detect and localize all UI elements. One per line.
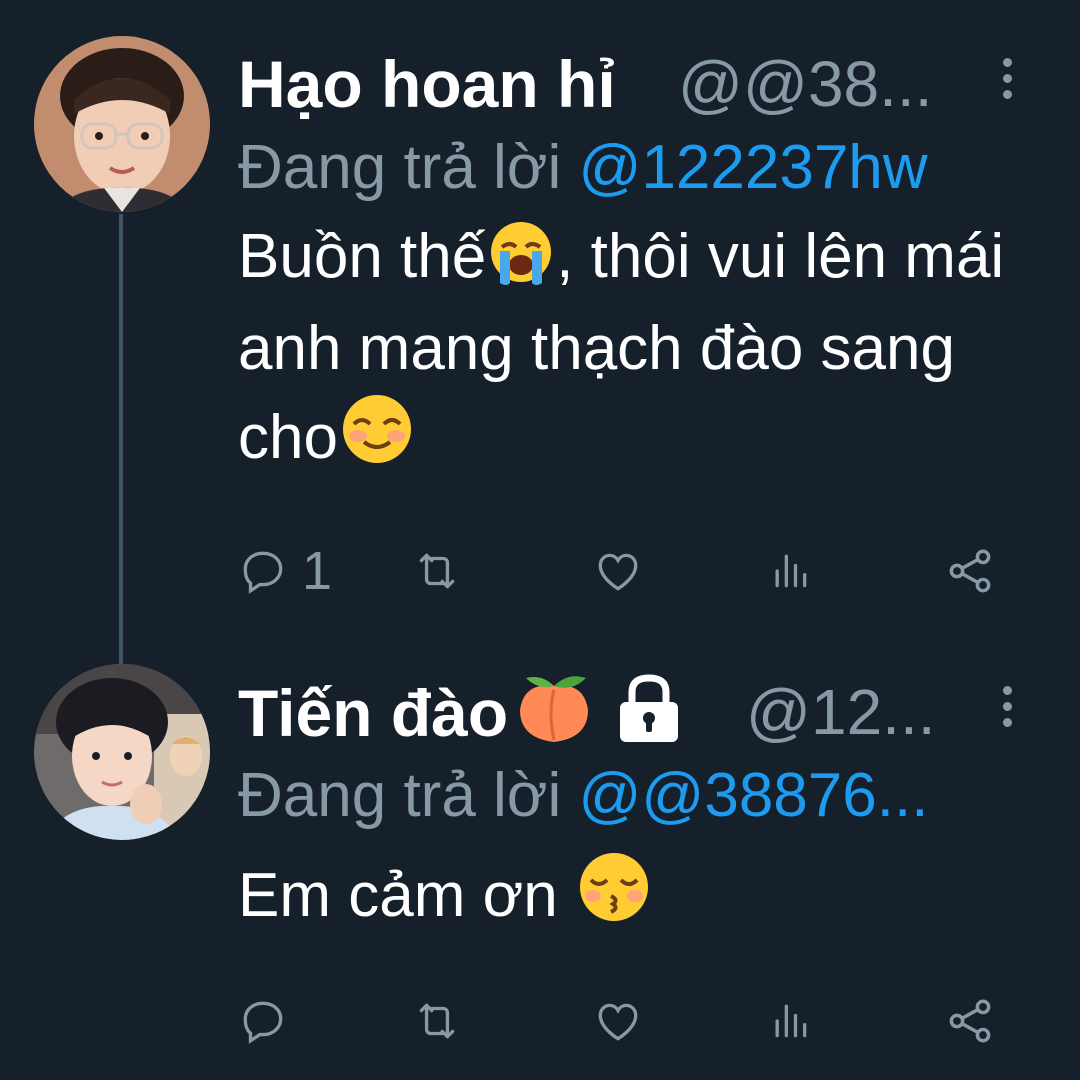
share-button[interactable] [944,986,996,1056]
like-button[interactable] [592,986,644,1056]
retweet-button[interactable] [410,986,464,1056]
share-icon [949,999,991,1043]
replying-to-handle[interactable]: @@38876... [578,761,928,830]
like-icon [598,553,638,591]
tweet-text-part: Buồn thế [238,222,487,291]
tweet-text: Em cảm ơn [238,848,1060,947]
display-name-container[interactable]: Tiến đào [238,672,684,761]
replying-to: Đang trả lời @122237hw [238,128,1060,208]
tweet[interactable]: Hạo hoan hỉ @@38... Đang trả lời @122237… [0,36,1080,636]
user-handle[interactable]: @12... [746,672,936,752]
like-button[interactable] [592,536,644,606]
like-icon [598,1003,638,1041]
analytics-icon [775,554,807,588]
reply-count: 1 [302,541,333,601]
retweet-icon [419,1003,455,1039]
kissing-face-with-closed-eyes-emoji [575,848,653,947]
replying-to: Đang trả lời @@38876... [238,756,1060,836]
reply-icon [243,551,283,594]
share-icon [949,549,991,593]
display-name[interactable]: Hạo hoan hỉ [238,44,616,124]
retweet-icon [419,553,455,589]
reply-button[interactable]: 1 [238,536,332,606]
tweet[interactable]: Tiến đào @12... Đang trả lời @@38876... … [0,664,1080,1080]
tweet-body: Hạo hoan hỉ @@38... Đang trả lời @122237… [238,36,1060,489]
display-name: Tiến đào [238,676,509,750]
loudly-crying-face-emoji [486,217,556,308]
more-options-icon[interactable] [994,58,1020,112]
more-options-icon[interactable] [994,686,1020,740]
tweet-text-part: Em cảm ơn [238,861,575,930]
tweet-body: Tiến đào @12... Đang trả lời @@38876... … [238,664,1060,947]
tweet-header: Hạo hoan hỉ @@38... [238,36,1060,132]
replying-to-label: Đang trả lời [238,761,562,830]
retweet-button[interactable] [410,536,464,606]
replying-to-label: Đang trả lời [238,133,562,202]
tweet-actions: 1 [238,536,1018,606]
tweet-actions [238,986,1018,1056]
avatar[interactable] [34,664,210,840]
analytics-icon [775,1004,807,1038]
replying-to-handle[interactable]: @122237hw [578,133,927,202]
analytics-button[interactable] [768,986,812,1056]
avatar[interactable] [34,36,210,212]
timeline: Hạo hoan hỉ @@38... Đang trả lời @122237… [0,0,1080,1080]
tweet-text: Buồn thế , thôi vui lên mái anh mang thạ… [238,216,1060,489]
reply-icon [243,1001,283,1044]
user-handle[interactable]: @@38... [678,44,932,124]
peach-emoji [512,672,596,761]
share-button[interactable] [944,536,996,606]
lock-icon [614,672,684,761]
tweet-header: Tiến đào @12... [238,664,1060,760]
reply-button[interactable] [238,986,302,1056]
analytics-button[interactable] [768,536,812,606]
smiling-face-with-blush-emoji [338,390,416,489]
